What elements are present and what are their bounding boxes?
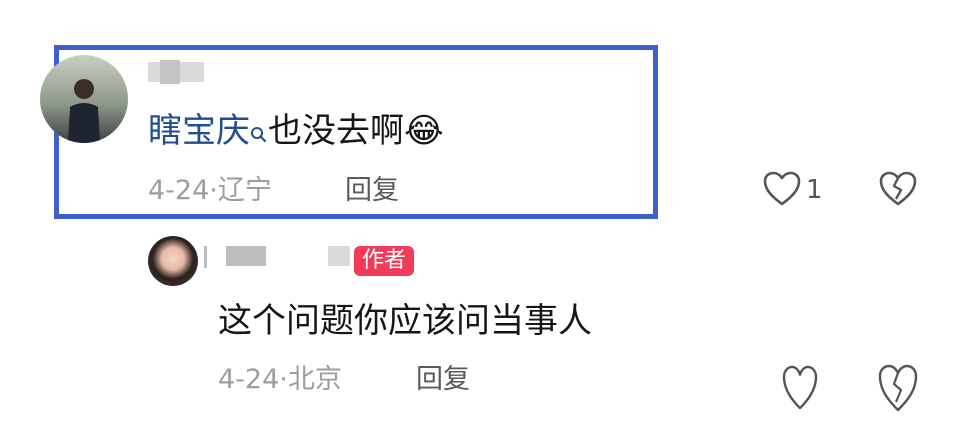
comment-meta: 4-24·辽宁 bbox=[148, 175, 272, 207]
dislike-button[interactable] bbox=[878, 170, 918, 210]
separator: · bbox=[209, 175, 218, 206]
person-silhouette-icon bbox=[68, 79, 100, 143]
reply-location: 北京 bbox=[287, 364, 342, 395]
reply-text: 这个问题你应该问当事人 bbox=[218, 301, 592, 341]
like-count: 1 bbox=[806, 175, 823, 205]
reply-meta: 4-24·北京 bbox=[218, 364, 342, 396]
divider-bar bbox=[204, 246, 207, 268]
laughing-emoji-icon: 😂 bbox=[404, 111, 444, 151]
comment-location: 辽宁 bbox=[217, 175, 272, 206]
comment-date: 4-24 bbox=[148, 175, 210, 206]
reply-reply-button[interactable]: 回复 bbox=[416, 364, 470, 396]
avatar[interactable] bbox=[40, 55, 128, 143]
separator: · bbox=[279, 364, 288, 395]
reply-date: 4-24 bbox=[218, 364, 280, 395]
reply-username-blurred-2 bbox=[328, 246, 350, 266]
reply-dislike-button[interactable] bbox=[876, 362, 920, 416]
broken-heart-icon bbox=[879, 171, 917, 206]
comment-body: 瞎宝庆 也没去啊😂 bbox=[148, 111, 444, 151]
like-button[interactable]: 1 bbox=[762, 170, 842, 210]
author-badge: 作者 bbox=[354, 246, 415, 276]
reply-like-button[interactable] bbox=[780, 362, 820, 414]
heart-icon bbox=[763, 171, 801, 206]
heart-icon bbox=[782, 365, 818, 410]
comment-text: 也没去啊 bbox=[268, 111, 404, 151]
broken-heart-icon bbox=[878, 364, 918, 412]
mention-link[interactable]: 瞎宝庆 bbox=[148, 111, 250, 151]
reply-avatar[interactable] bbox=[148, 236, 198, 286]
search-icon[interactable] bbox=[250, 113, 268, 143]
reply-button[interactable]: 回复 bbox=[345, 175, 399, 207]
reply-username-blurred[interactable] bbox=[226, 246, 266, 266]
username-blurred-block bbox=[160, 60, 180, 84]
